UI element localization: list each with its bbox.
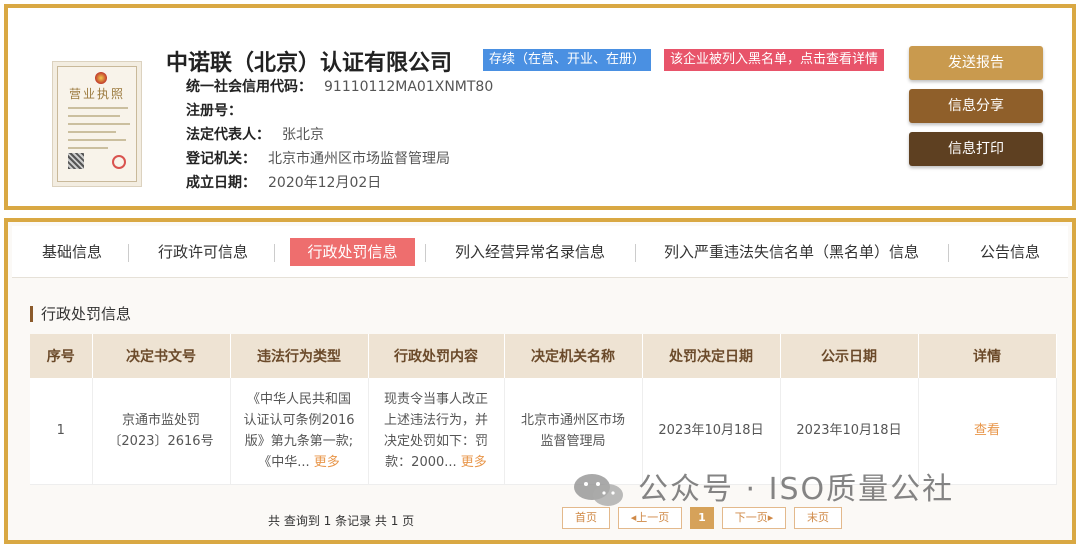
license-text-line bbox=[68, 139, 126, 141]
column-header-decision-date: 处罚决定日期 bbox=[642, 334, 781, 378]
column-header-doc-no: 决定书文号 bbox=[92, 334, 231, 378]
qr-code-icon bbox=[68, 153, 84, 169]
info-row-authority: 登记机关： 北京市通州区市场监督管理局 bbox=[186, 148, 450, 168]
info-row-registration-no: 注册号： bbox=[186, 100, 254, 120]
column-header-index: 序号 bbox=[30, 334, 93, 378]
tab-announcement[interactable]: 公告信息 bbox=[980, 238, 1040, 266]
send-report-button[interactable]: 发送报告 bbox=[909, 46, 1043, 80]
cell-index: 1 bbox=[30, 378, 93, 485]
wechat-icon bbox=[574, 474, 623, 506]
section-title: 行政处罚信息 bbox=[30, 306, 131, 322]
info-row-established: 成立日期： 2020年12月02日 bbox=[186, 172, 381, 192]
column-header-detail: 详情 bbox=[918, 334, 1057, 378]
info-label: 注册号： bbox=[186, 103, 242, 119]
last-page-button[interactable]: 末页 bbox=[794, 507, 842, 529]
national-emblem-icon bbox=[95, 72, 107, 84]
print-button[interactable]: 信息打印 bbox=[909, 132, 1043, 166]
info-row-legal-rep: 法定代表人： 张北京 bbox=[186, 124, 324, 144]
tab-divider bbox=[425, 244, 426, 262]
info-label: 法定代表人： bbox=[186, 127, 270, 143]
blacklist-badge[interactable]: 该企业被列入黑名单，点击查看详情 bbox=[664, 49, 885, 71]
license-text-line bbox=[68, 131, 116, 133]
cell-penalty-content: 现责令当事人改正上述违法行为，并决定处罚如下：罚款：2000... 更多 bbox=[368, 378, 505, 485]
company-card: 营业执照 中诺联（北京）认证有限公司 存续（在营、开业、在册） 该企业被列入黑名… bbox=[4, 4, 1076, 210]
cell-publish-date: 2023年10月18日 bbox=[780, 378, 919, 485]
column-header-publish-date: 公示日期 bbox=[780, 334, 919, 378]
pager-summary: 共 查询到 1 条记录 共 1 页 bbox=[268, 514, 415, 528]
cell-decision-date: 2023年10月18日 bbox=[642, 378, 781, 485]
cell-violation-type: 《中华人民共和国认证认可条例2016版》第九条第一款;《中华... 更多 bbox=[230, 378, 369, 485]
more-link[interactable]: 更多 bbox=[461, 455, 487, 470]
first-page-button[interactable]: 首页 bbox=[562, 507, 610, 529]
tab-divider bbox=[635, 244, 636, 262]
license-frame: 营业执照 bbox=[57, 66, 137, 182]
info-value: 91110112MA01XNMT80 bbox=[324, 79, 494, 95]
info-label: 成立日期： bbox=[186, 175, 256, 191]
tab-blacklist[interactable]: 列入严重违法失信名单（黑名单）信息 bbox=[664, 238, 919, 266]
info-row-credit-code: 统一社会信用代码： 91110112MA01XNMT80 bbox=[186, 76, 493, 96]
license-text-line bbox=[68, 115, 120, 117]
official-seal-icon bbox=[112, 155, 126, 169]
prev-page-button[interactable]: ◂上一页 bbox=[618, 507, 682, 529]
cell-doc-no: 京通市监处罚〔2023〕2616号 bbox=[92, 378, 231, 485]
view-detail-link[interactable]: 查看 bbox=[974, 423, 1000, 438]
tab-divider bbox=[128, 244, 129, 262]
table-header-row: 序号 决定书文号 违法行为类型 行政处罚内容 决定机关名称 处罚决定日期 公示日… bbox=[30, 334, 1057, 378]
penalty-table: 序号 决定书文号 违法行为类型 行政处罚内容 决定机关名称 处罚决定日期 公示日… bbox=[30, 334, 1057, 485]
tab-admin-license[interactable]: 行政许可信息 bbox=[158, 238, 248, 266]
cell-detail: 查看 bbox=[918, 378, 1057, 485]
info-value: 2020年12月02日 bbox=[268, 175, 382, 191]
company-name: 中诺联（北京）认证有限公司 bbox=[166, 51, 453, 76]
license-text-line bbox=[68, 123, 130, 125]
current-page-button[interactable]: 1 bbox=[690, 507, 714, 529]
column-header-penalty-content: 行政处罚内容 bbox=[368, 334, 505, 378]
tab-divider bbox=[274, 244, 275, 262]
next-page-button[interactable]: 下一页▸ bbox=[722, 507, 786, 529]
watermark-text: 公众号 · ISO质量公社 bbox=[638, 472, 955, 507]
table-row: 1 京通市监处罚〔2023〕2616号 《中华人民共和国认证认可条例2016版》… bbox=[30, 378, 1057, 485]
tab-abnormal-operation[interactable]: 列入经营异常名录信息 bbox=[455, 238, 605, 266]
business-license-image[interactable]: 营业执照 bbox=[52, 61, 142, 187]
share-button[interactable]: 信息分享 bbox=[909, 89, 1043, 123]
cell-authority: 北京市通州区市场监督管理局 bbox=[504, 378, 643, 485]
license-title: 营业执照 bbox=[68, 87, 125, 101]
info-label: 登记机关： bbox=[186, 151, 256, 167]
status-badge: 存续（在营、开业、在册） bbox=[483, 49, 652, 71]
column-header-violation-type: 违法行为类型 bbox=[230, 334, 369, 378]
license-text-line bbox=[68, 107, 128, 109]
tab-divider bbox=[948, 244, 949, 262]
info-label: 统一社会信用代码： bbox=[186, 79, 312, 95]
tab-admin-penalty[interactable]: 行政处罚信息 bbox=[290, 238, 415, 266]
license-text-line bbox=[68, 147, 108, 149]
info-value: 张北京 bbox=[282, 127, 324, 143]
column-header-authority: 决定机关名称 bbox=[504, 334, 643, 378]
more-link[interactable]: 更多 bbox=[314, 455, 340, 470]
tab-bar: 基础信息 行政许可信息 行政处罚信息 列入经营异常名录信息 列入严重违法失信名单… bbox=[12, 226, 1068, 278]
info-value: 北京市通州区市场监督管理局 bbox=[268, 151, 450, 167]
tab-basic-info[interactable]: 基础信息 bbox=[42, 238, 102, 266]
